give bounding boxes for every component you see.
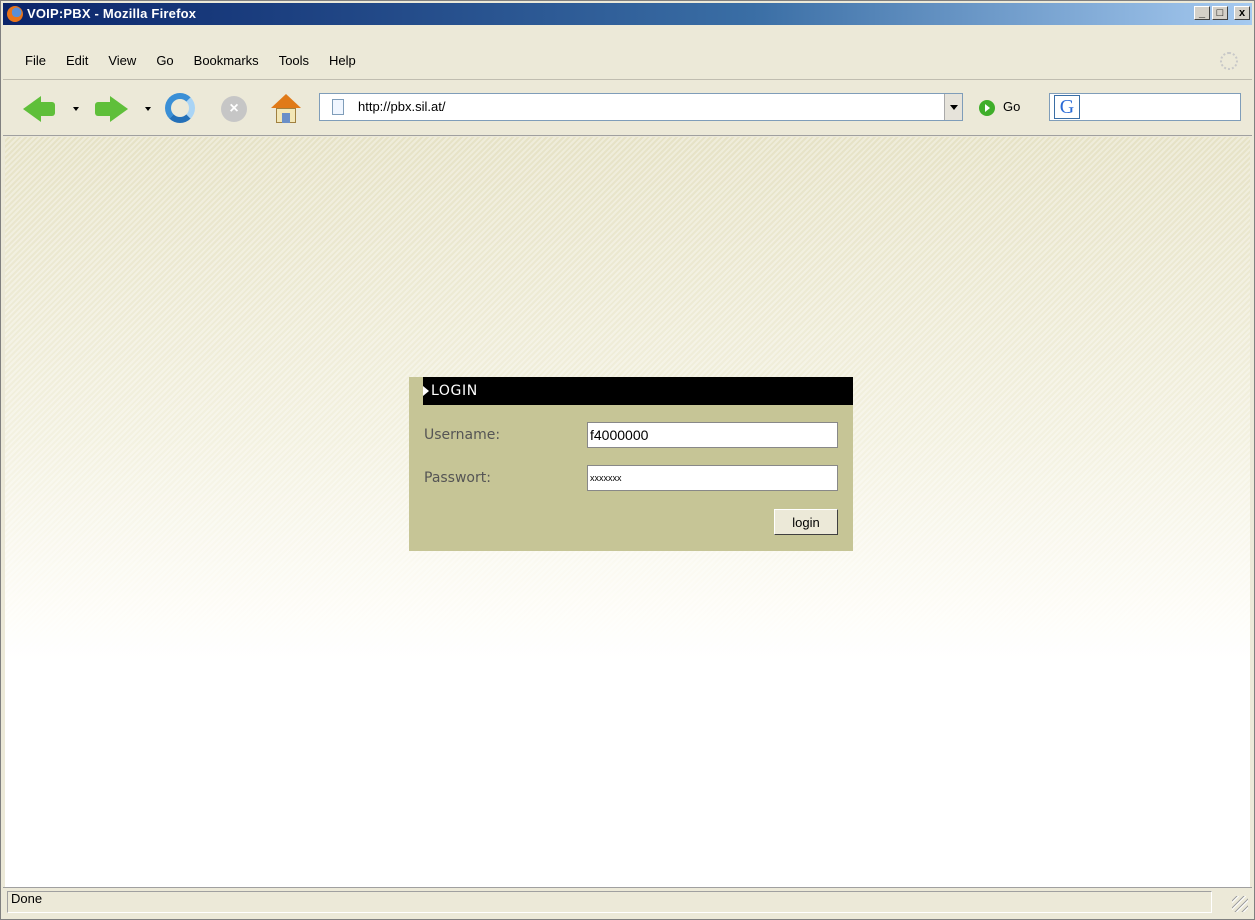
page-icon xyxy=(332,99,344,115)
menu-go[interactable]: Go xyxy=(156,53,173,68)
url-text[interactable]: http://pbx.sil.at/ xyxy=(358,99,445,114)
forward-button[interactable] xyxy=(95,102,111,116)
browser-window: VOIP:PBX - Mozilla Firefox _ □ x File Ed… xyxy=(0,0,1255,920)
username-label: Username: xyxy=(424,427,501,443)
window-title: VOIP:PBX - Mozilla Firefox xyxy=(27,6,197,21)
status-text: Done xyxy=(11,891,43,906)
throbber-icon xyxy=(1220,52,1238,70)
close-button[interactable]: x xyxy=(1234,6,1250,20)
menu-bookmarks[interactable]: Bookmarks xyxy=(194,53,259,68)
maximize-button[interactable]: □ xyxy=(1212,6,1228,20)
search-box[interactable]: G xyxy=(1049,93,1241,121)
window-controls: _ □ x xyxy=(1194,6,1250,20)
triangle-right-icon xyxy=(423,386,429,396)
title-bar: VOIP:PBX - Mozilla Firefox _ □ x xyxy=(3,3,1252,25)
minimize-button[interactable]: _ xyxy=(1194,6,1210,20)
navigation-toolbar: × http://pbx.sil.at/ Go G xyxy=(3,83,1252,136)
forward-dropdown-icon[interactable] xyxy=(145,107,151,111)
google-search-icon[interactable]: G xyxy=(1054,95,1080,119)
password-input[interactable] xyxy=(587,465,838,491)
password-label: Passwort: xyxy=(424,470,491,486)
firefox-icon xyxy=(7,6,23,22)
menu-tools[interactable]: Tools xyxy=(279,53,309,68)
username-input[interactable] xyxy=(587,422,838,448)
login-title: LOGIN xyxy=(431,383,478,399)
status-panel xyxy=(7,891,1212,913)
login-button[interactable]: login xyxy=(774,509,838,535)
back-button[interactable] xyxy=(39,102,55,116)
status-bar: Done xyxy=(3,887,1252,918)
reload-icon[interactable] xyxy=(165,93,195,123)
resize-grip-icon[interactable] xyxy=(1232,896,1248,912)
menu-help[interactable]: Help xyxy=(329,53,356,68)
url-dropdown-button[interactable] xyxy=(944,94,962,120)
login-header: LOGIN xyxy=(423,377,853,405)
menu-file[interactable]: File xyxy=(25,53,46,68)
page-content: LOGIN Username: Passwort: login xyxy=(5,137,1250,887)
menu-bar: File Edit View Go Bookmarks Tools Help xyxy=(3,45,1252,80)
menu-edit[interactable]: Edit xyxy=(66,53,88,68)
menu-view[interactable]: View xyxy=(108,53,136,68)
login-panel: LOGIN Username: Passwort: login xyxy=(409,377,853,551)
go-icon[interactable] xyxy=(979,100,995,116)
forward-arrow-icon[interactable] xyxy=(110,96,128,122)
stop-icon[interactable]: × xyxy=(221,96,247,122)
back-dropdown-icon[interactable] xyxy=(73,107,79,111)
url-bar[interactable]: http://pbx.sil.at/ xyxy=(319,93,963,121)
go-button[interactable]: Go xyxy=(1003,99,1020,114)
home-icon[interactable] xyxy=(271,94,301,124)
